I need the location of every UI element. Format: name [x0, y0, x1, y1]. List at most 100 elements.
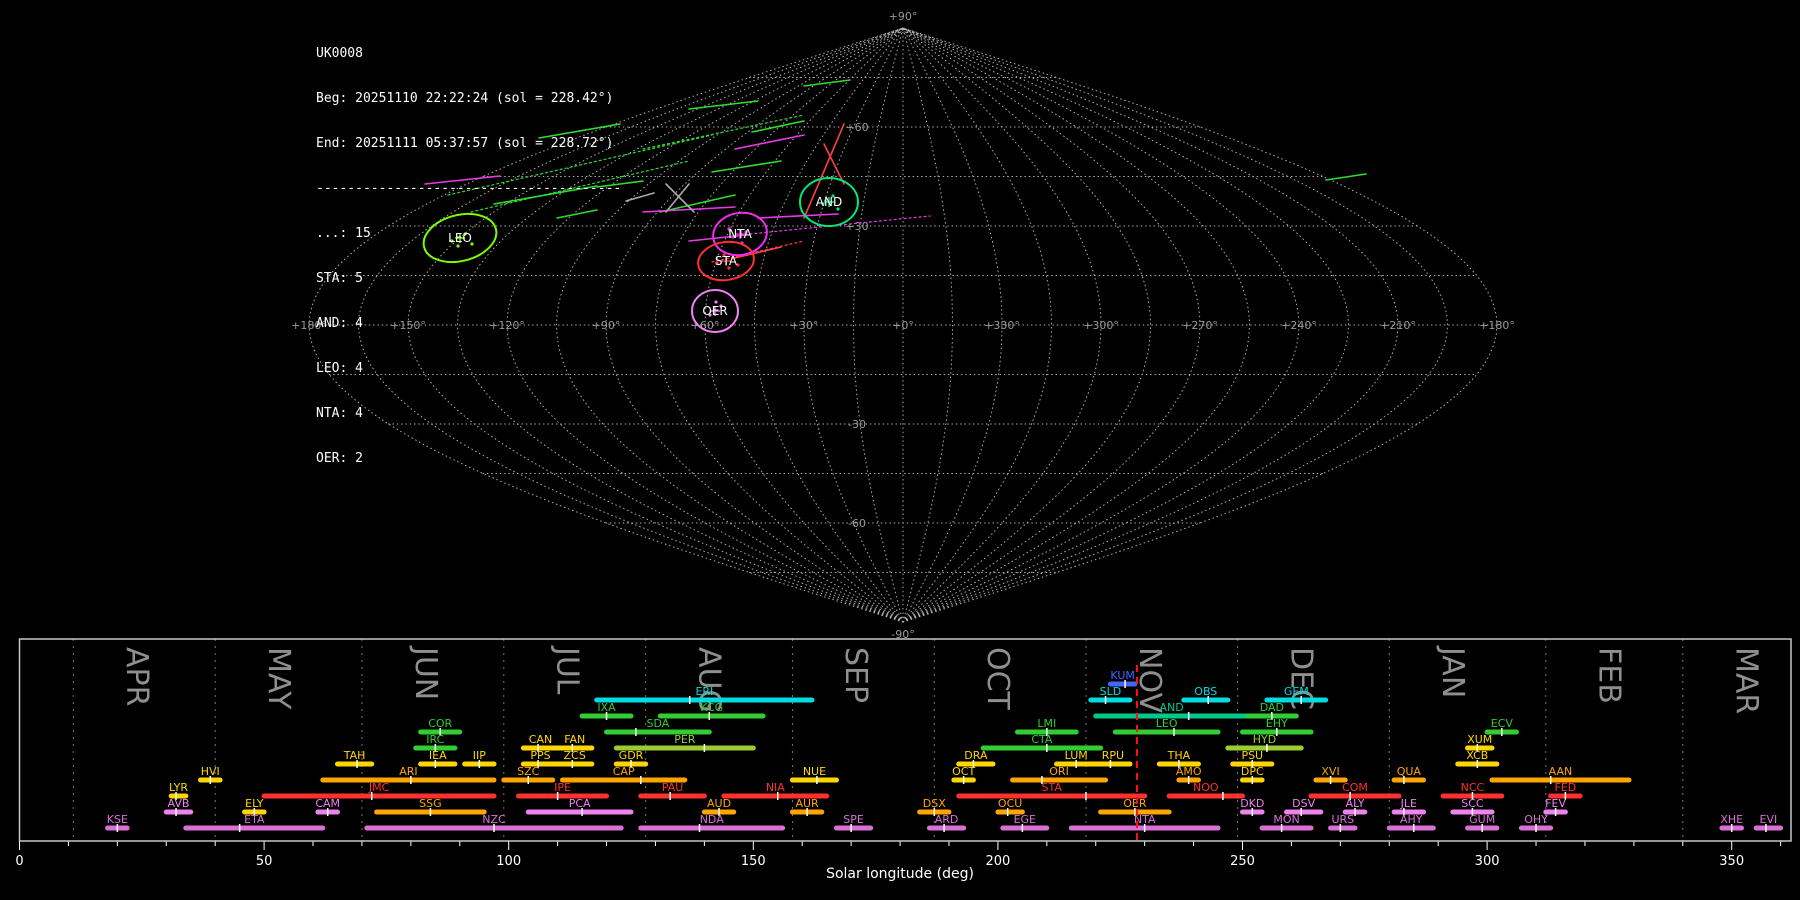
- shower-label: IEA: [429, 749, 447, 762]
- shower-label: OBS: [1194, 685, 1217, 698]
- shower-label: COM: [1342, 781, 1368, 794]
- shower-label: NIA: [766, 781, 785, 794]
- shower-label: ZCS: [564, 749, 586, 762]
- shower-label: FEV: [1545, 797, 1566, 810]
- shower-label: LUM: [1065, 749, 1088, 762]
- shower-label: DPC: [1241, 765, 1264, 778]
- shower-label: PPS: [530, 749, 550, 762]
- shower-hyd: HYD: [1225, 733, 1304, 752]
- shower-label: KUM: [1110, 669, 1134, 682]
- end-time: End: 20251111 05:37:57 (sol = 228.72°): [316, 136, 614, 151]
- shower-mon: MON: [1259, 813, 1314, 832]
- shower-iea: IEA: [418, 749, 458, 768]
- shower-label: AVB: [168, 797, 190, 810]
- shower-label: OER: [1123, 797, 1147, 810]
- shower-cam: CAM: [315, 797, 340, 816]
- shower-jmc: JMC: [261, 781, 497, 800]
- shower-label: JLE: [1400, 797, 1417, 810]
- shower-label: OHY: [1524, 813, 1548, 826]
- shower-label: LYR: [169, 781, 188, 794]
- shower-label: NCC: [1461, 781, 1485, 794]
- shower-pca: PCA: [525, 797, 634, 816]
- shower-label: IPE: [554, 781, 571, 794]
- shower-ipe: IPE: [515, 781, 610, 800]
- shower-label: CAN: [529, 733, 552, 746]
- shower-label: GDR: [619, 749, 644, 762]
- shower-label: GEM: [1284, 685, 1309, 698]
- begin-time: Beg: 20251110 22:22:24 (sol = 228.42°): [316, 91, 614, 106]
- shower-label: JMC: [368, 781, 390, 794]
- shower-fev: FEV: [1543, 797, 1568, 816]
- shower-xvi: XVI: [1313, 765, 1348, 784]
- shower-ege: EGE: [1000, 813, 1050, 832]
- shower-label: EHY: [1266, 717, 1288, 730]
- shower-label: RPU: [1102, 749, 1124, 762]
- shower-label: ARI: [399, 765, 417, 778]
- shower-label: DSV: [1292, 797, 1315, 810]
- shower-hvi: HVI: [198, 765, 223, 784]
- shower-label: SLD: [1100, 685, 1122, 698]
- shower-label: AUR: [795, 797, 819, 810]
- shower-label: ETA: [244, 813, 265, 826]
- shower-label: ALY: [1346, 797, 1365, 810]
- shower-kse: KSE: [105, 813, 130, 832]
- shower-label: CAM: [315, 797, 340, 810]
- header-separator: ---------------------------------------: [316, 181, 622, 196]
- month-label: MAY: [261, 647, 296, 710]
- shower-label: QUA: [1397, 765, 1422, 778]
- shower-label: SZC: [517, 765, 540, 778]
- shower-label: IXA: [597, 701, 616, 714]
- shower-nta: NTA: [1068, 813, 1221, 832]
- shower-label: STA: [1042, 781, 1063, 794]
- shower-nue: NUE: [789, 765, 839, 784]
- shower-label: SDA: [647, 717, 670, 730]
- shower-avb: AVB: [163, 797, 194, 816]
- shower-gum: GUM: [1465, 813, 1500, 832]
- count-and: AND: 4: [316, 316, 363, 331]
- shower-dkd: DKD: [1240, 797, 1265, 816]
- shower-label: ORI: [1049, 765, 1069, 778]
- shower-spe: SPE: [833, 813, 874, 832]
- shower-eta: ETA: [183, 813, 326, 832]
- shower-rpu: RPU: [1093, 749, 1133, 768]
- shower-label: ELY: [245, 797, 264, 810]
- shower-label: FAN: [564, 733, 585, 746]
- shower-obs: OBS: [1181, 685, 1231, 704]
- shower-oct: OCT: [951, 765, 976, 784]
- shower-label: GUM: [1469, 813, 1495, 826]
- shower-label: LMI: [1037, 717, 1056, 730]
- shower-label: CTA: [1031, 733, 1053, 746]
- count-unclassified: ...: 15: [316, 226, 371, 241]
- shower-leo: LEO: [1112, 717, 1221, 736]
- count-oer: OER: 2: [316, 451, 363, 466]
- shower-label: HYD: [1253, 733, 1276, 746]
- shower-dpc: DPC: [1240, 765, 1265, 784]
- shower-label: CAP: [613, 765, 635, 778]
- shower-label: DSX: [923, 797, 946, 810]
- shower-ahy: AHY: [1386, 813, 1436, 832]
- shower-label: XHE: [1720, 813, 1743, 826]
- shower-label: DRA: [964, 749, 988, 762]
- shower-pau: PAU: [638, 781, 707, 800]
- shower-qua: QUA: [1391, 765, 1427, 784]
- shower-kcg: KCG: [657, 701, 766, 720]
- shower-zcs: ZCS: [555, 749, 595, 768]
- shower-aur: AUR: [789, 797, 825, 816]
- station-id: UK0008: [316, 46, 363, 61]
- shower-ari: ARI: [320, 765, 497, 784]
- shower-label: OCT: [952, 765, 975, 778]
- observation-header: UK0008 Beg: 20251110 22:22:24 (sol = 228…: [316, 16, 621, 496]
- shower-label: THA: [1167, 749, 1191, 762]
- shower-evi: EVI: [1753, 813, 1784, 832]
- shower-label: NUE: [803, 765, 826, 778]
- shower-label: FED: [1554, 781, 1576, 794]
- month-label: JUL: [550, 645, 585, 695]
- shower-xhe: XHE: [1719, 813, 1744, 832]
- shower-sta: STA: [956, 781, 1148, 800]
- shower-label: URS: [1331, 813, 1354, 826]
- count-leo: LEO: 4: [316, 361, 363, 376]
- shower-label: PAU: [662, 781, 684, 794]
- month-label: MAR: [1729, 647, 1764, 714]
- shower-label: PCA: [569, 797, 591, 810]
- shower-label: IRC: [426, 733, 444, 746]
